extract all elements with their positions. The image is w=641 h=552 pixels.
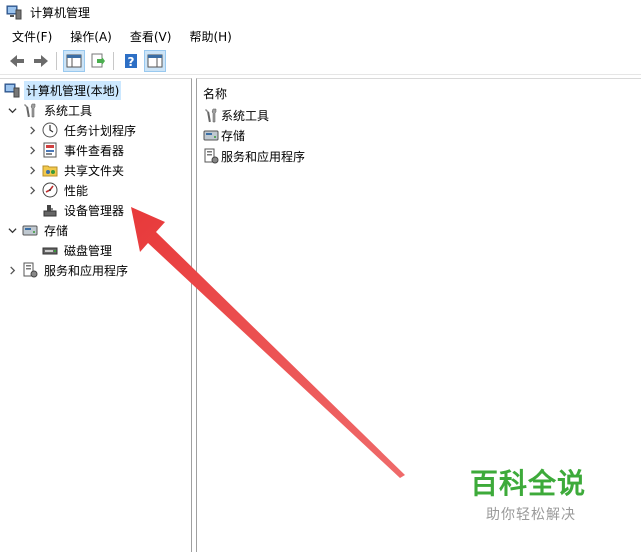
clock-icon (42, 122, 58, 138)
tree-item-performance[interactable]: 性能 (26, 180, 90, 200)
menu-file[interactable]: 文件(F) (6, 27, 58, 47)
tree-item-computer-management[interactable]: 计算机管理(本地) (4, 80, 122, 100)
list-item-label: 系统工具 (221, 108, 270, 123)
list-item-storage[interactable]: 存储 (203, 125, 245, 145)
chevron-right-icon[interactable] (6, 264, 18, 276)
computer-management-icon (4, 83, 20, 98)
storage-icon (22, 225, 38, 236)
tree-label: 性能 (64, 183, 89, 198)
chevron-right-icon[interactable] (26, 144, 38, 156)
forward-button[interactable] (30, 50, 52, 72)
chevron-down-icon[interactable] (6, 104, 18, 116)
show-console-tree-button[interactable] (63, 50, 85, 72)
tools-icon (205, 108, 217, 123)
tools-icon (24, 103, 36, 118)
menu-action[interactable]: 操作(A) (64, 27, 118, 47)
chevron-down-icon[interactable] (6, 224, 18, 236)
svg-text:?: ? (128, 55, 135, 69)
tree-label: 设备管理器 (64, 203, 125, 218)
column-header-name[interactable]: 名称 (203, 85, 227, 102)
tree-label: 共享文件夹 (64, 163, 125, 178)
help-button[interactable]: ? (120, 50, 142, 72)
computer-management-icon (6, 5, 22, 20)
list-item-services-applications[interactable]: 服务和应用程序 (203, 146, 305, 166)
tree-label: 磁盘管理 (64, 243, 113, 258)
show-action-pane-button[interactable] (144, 50, 166, 72)
tree-item-event-viewer[interactable]: 事件查看器 (26, 140, 126, 160)
watermark: 百科全说 助你轻松解决 (470, 462, 630, 524)
toolbar-separator (113, 52, 114, 70)
tree-item-device-manager[interactable]: 设备管理器 (42, 200, 126, 220)
tree-label: 系统工具 (44, 103, 93, 118)
menu-help[interactable]: 帮助(H) (183, 27, 237, 47)
window-title: 计算机管理 (30, 5, 91, 20)
show-console-tree-icon (66, 54, 82, 68)
tree-item-disk-management[interactable]: 磁盘管理 (42, 240, 114, 260)
back-button[interactable] (6, 50, 28, 72)
title-bar: 计算机管理 (0, 0, 641, 24)
list-item-label: 服务和应用程序 (221, 149, 306, 164)
list-item-system-tools[interactable]: 系统工具 (203, 105, 269, 125)
storage-icon (203, 130, 219, 141)
tree-label: 事件查看器 (64, 143, 125, 158)
tree-label: 存储 (44, 223, 69, 238)
show-action-pane-icon (147, 54, 163, 68)
watermark-sub: 助你轻松解决 (486, 507, 576, 523)
menu-view[interactable]: 查看(V) (124, 27, 178, 47)
chevron-right-icon[interactable] (26, 164, 38, 176)
tree-label: 任务计划程序 (64, 123, 137, 138)
performance-icon (42, 182, 58, 198)
back-icon (10, 55, 24, 67)
shared-folder-icon (42, 165, 58, 177)
tree-item-shared-folders[interactable]: 共享文件夹 (26, 160, 126, 180)
toolbar-separator (56, 52, 57, 70)
chevron-right-icon[interactable] (26, 184, 38, 196)
services-icon (23, 262, 38, 278)
services-icon (204, 148, 219, 164)
console-tree: 计算机管理(本地) 系统工具 任务计划程序 事件查看器 共享文件夹 性能 设备管… (0, 78, 192, 552)
tree-item-system-tools[interactable]: 系统工具 (6, 100, 94, 120)
device-manager-icon (43, 205, 57, 217)
export-list-icon (91, 53, 105, 68)
help-icon: ? (125, 54, 137, 69)
toolbar: ? (0, 48, 641, 75)
menu-bar: 文件(F) 操作(A) 查看(V) 帮助(H) (0, 26, 641, 48)
tree-item-storage[interactable]: 存储 (6, 220, 70, 240)
list-item-label: 存储 (221, 128, 246, 143)
tree-item-task-scheduler[interactable]: 任务计划程序 (26, 120, 138, 140)
chevron-right-icon[interactable] (26, 124, 38, 136)
disk-management-icon (42, 247, 58, 255)
watermark-main: 百科全说 (470, 467, 587, 500)
export-list-button[interactable] (87, 50, 109, 72)
forward-icon (34, 55, 48, 67)
tree-item-services-applications[interactable]: 服务和应用程序 (6, 260, 130, 280)
event-viewer-icon (43, 142, 57, 158)
tree-label: 服务和应用程序 (44, 263, 129, 278)
tree-label: 计算机管理(本地) (24, 80, 122, 100)
